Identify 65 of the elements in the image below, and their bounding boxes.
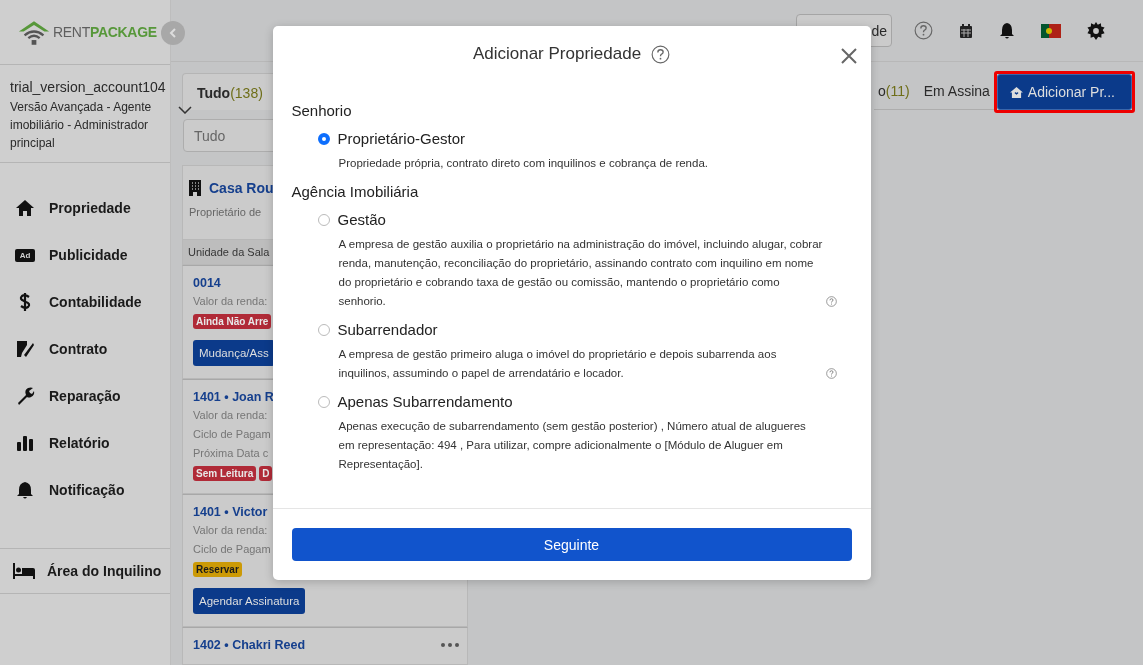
- unit-detail: Ciclo de Pagam: [193, 428, 271, 440]
- nav-item[interactable]: Contrato: [0, 335, 170, 363]
- unit-title[interactable]: 0014: [193, 276, 221, 290]
- add-property-button[interactable]: Adicionar Pr...: [996, 74, 1132, 110]
- unit-detail: Próxima Data c: [193, 447, 269, 459]
- flag-icon[interactable]: [1041, 23, 1061, 38]
- nav-item[interactable]: Contabilidade: [0, 288, 170, 316]
- chevron-down-icon[interactable]: [178, 106, 192, 114]
- unit-detail: Ciclo de Pagam: [193, 543, 271, 555]
- unit-action-button[interactable]: Mudança/Ass: [193, 340, 275, 366]
- settings-icon[interactable]: [1087, 21, 1105, 40]
- logo-icon: [17, 18, 51, 46]
- nav-item[interactable]: Ad Publicidade: [0, 241, 170, 269]
- option-label[interactable]: Proprietário-Gestor: [337, 130, 466, 147]
- brand-name: RENTPACKAGE: [53, 24, 157, 40]
- house-icon: [15, 198, 35, 218]
- section-heading: Senhorio: [291, 102, 353, 119]
- unit-detail: Valor da renda:: [193, 524, 268, 536]
- bell-icon[interactable]: [999, 21, 1015, 40]
- wrench-icon: [15, 386, 35, 406]
- unit-detail: Valor da renda:: [193, 409, 268, 421]
- option-label[interactable]: Subarrendador: [337, 321, 438, 338]
- tab[interactable]: o(11): [874, 73, 914, 109]
- next-button[interactable]: Seguinte: [291, 528, 852, 561]
- option-description: Propriedade própria, contrato direto com inquilinos e cobrança de renda.: [338, 156, 709, 171]
- unit-title[interactable]: 1401 • Victor: [193, 505, 268, 519]
- contract-icon: [15, 339, 35, 359]
- status-tag: Ainda Não Arre: [193, 314, 272, 329]
- unit-detail: Valor da renda:: [193, 295, 268, 307]
- help-icon[interactable]: [651, 44, 671, 64]
- status-tag: Reservar: [193, 562, 242, 577]
- option-label[interactable]: Apenas Subarrendamento: [337, 393, 513, 410]
- ad-icon: Ad: [15, 248, 35, 262]
- tab[interactable]: Em Assina: [919, 73, 994, 109]
- building-name[interactable]: Casa Rou: [209, 180, 274, 196]
- section-heading: Agência Imobiliária: [291, 183, 420, 200]
- dialog-title: Adicionar Propriedade: [472, 44, 642, 64]
- bar-chart-icon: [15, 433, 35, 453]
- status-tag: D: [259, 466, 273, 481]
- more-icon[interactable]: [441, 643, 459, 647]
- option-description: Apenas execução de subarrendamento (sem gestão posterior) , Número atual de alugueres em representação: 494 , Para utilizar, compre adicionalmente o [Módulo de Aluguer em Representação].: [338, 419, 807, 472]
- unit-title[interactable]: 1402 • Chakri Reed: [193, 638, 306, 652]
- building-icon: [189, 180, 201, 196]
- option-label[interactable]: Gestão: [337, 211, 386, 228]
- chevron-left-icon: [168, 28, 178, 38]
- unit-action-button[interactable]: Agendar Assinatura: [193, 588, 306, 614]
- nav-item[interactable]: Área do Inquilino: [0, 549, 170, 594]
- house-icon: [1009, 86, 1023, 98]
- status-tag: Sem Leitura: [193, 466, 257, 481]
- bell-icon: [15, 480, 35, 500]
- help-icon[interactable]: [914, 21, 933, 40]
- account-role: Versão Avançada - Agente imobiliário - Administrador principal: [10, 99, 153, 152]
- bed-icon: [12, 562, 36, 580]
- radio-button[interactable]: [317, 132, 330, 145]
- group-header: Unidade da Sala: [188, 246, 270, 258]
- nav-item[interactable]: Propriedade: [0, 194, 170, 222]
- close-icon[interactable]: [840, 48, 857, 64]
- nav-item[interactable]: Relatório: [0, 429, 170, 457]
- option-description: A empresa de gestão auxilia o proprietário na administração do imóvel, incluindo alugar, cobrar renda, manutenção, reconciliação do proprietário, assinando contrato com inquilino em nome do proprietário e cobrando taxa de gestão ou comissão, mantendo o proprietário como senhorio.: [338, 237, 823, 309]
- calendar-icon[interactable]: [959, 22, 973, 39]
- option-description: A empresa de gestão primeiro aluga o imóvel do proprietário e depois subarrenda aos inquilinos, assumindo o papel de arrendatário e locador.: [338, 347, 778, 381]
- building-subtitle: Proprietário de: [189, 206, 262, 218]
- nav-item[interactable]: Notificação: [0, 476, 170, 504]
- unit-title[interactable]: 1401 • Joan R: [193, 390, 274, 404]
- nav-item[interactable]: Reparação: [0, 382, 170, 410]
